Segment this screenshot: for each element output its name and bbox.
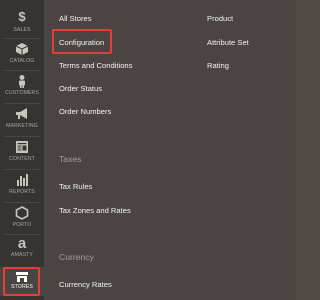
sidebar-item-catalog[interactable]: CATALOG bbox=[0, 42, 44, 66]
admin-sidebar: $ SALES CATALOG CUSTOMERS MARKETING CONT… bbox=[0, 0, 44, 300]
sidebar-item-label: AMASTY bbox=[11, 252, 33, 258]
sidebar-item-content[interactable]: CONTENT bbox=[0, 140, 44, 164]
menu-link-attribute-set[interactable]: Attribute Set bbox=[207, 38, 249, 47]
sidebar-item-amasty[interactable]: a AMASTY bbox=[0, 236, 44, 260]
admin-menu: $ SALES CATALOG CUSTOMERS MARKETING CONT… bbox=[0, 0, 296, 300]
layout-icon bbox=[0, 140, 44, 154]
sidebar-item-label: CUSTOMERS bbox=[5, 90, 39, 96]
sidebar-item-marketing[interactable]: MARKETING bbox=[0, 107, 44, 131]
configuration-highlight-box bbox=[52, 29, 112, 54]
sidebar-item-label: CATALOG bbox=[9, 58, 35, 64]
cube-icon bbox=[0, 42, 44, 56]
sidebar-item-reports[interactable]: REPORTS bbox=[0, 173, 44, 197]
menu-link-product[interactable]: Product bbox=[207, 14, 233, 23]
divider bbox=[4, 70, 40, 71]
divider bbox=[4, 103, 40, 104]
sidebar-item-label: MARKETING bbox=[6, 123, 38, 129]
sidebar-item-label: REPORTS bbox=[9, 189, 35, 195]
sidebar-item-label: SALES bbox=[13, 27, 31, 33]
sidebar-item-label: CONTENT bbox=[9, 156, 35, 162]
sidebar-item-label: PORTO bbox=[12, 222, 32, 228]
hexagon-icon bbox=[0, 206, 44, 220]
dollar-icon: $ bbox=[18, 9, 26, 24]
menu-link-currency-rates[interactable]: Currency Rates bbox=[59, 280, 112, 289]
person-icon bbox=[0, 74, 44, 88]
divider bbox=[4, 202, 40, 203]
menu-link-all-stores[interactable]: All Stores bbox=[59, 14, 92, 23]
divider bbox=[4, 38, 40, 39]
menu-link-tax-zones-and-rates[interactable]: Tax Zones and Rates bbox=[59, 206, 131, 215]
amasty-logo-icon: a bbox=[17, 235, 27, 252]
divider bbox=[4, 136, 40, 137]
menu-link-rating[interactable]: Rating bbox=[207, 61, 229, 70]
megaphone-icon bbox=[0, 107, 44, 121]
menu-link-tax-rules[interactable]: Tax Rules bbox=[59, 182, 92, 191]
section-title-currency: Currency bbox=[59, 252, 94, 262]
menu-link-terms-and-conditions[interactable]: Terms and Conditions bbox=[59, 61, 132, 70]
sidebar-item-customers[interactable]: CUSTOMERS bbox=[0, 74, 44, 98]
sidebar-item-sales[interactable]: $ SALES bbox=[0, 9, 44, 33]
menu-link-order-status[interactable]: Order Status bbox=[59, 84, 102, 93]
sidebar-item-porto[interactable]: PORTO bbox=[0, 206, 44, 230]
section-title-taxes: Taxes bbox=[59, 154, 82, 164]
bar-chart-icon bbox=[0, 173, 44, 187]
stores-highlight-box bbox=[3, 267, 40, 296]
divider bbox=[4, 169, 40, 170]
menu-link-order-numbers[interactable]: Order Numbers bbox=[59, 107, 111, 116]
